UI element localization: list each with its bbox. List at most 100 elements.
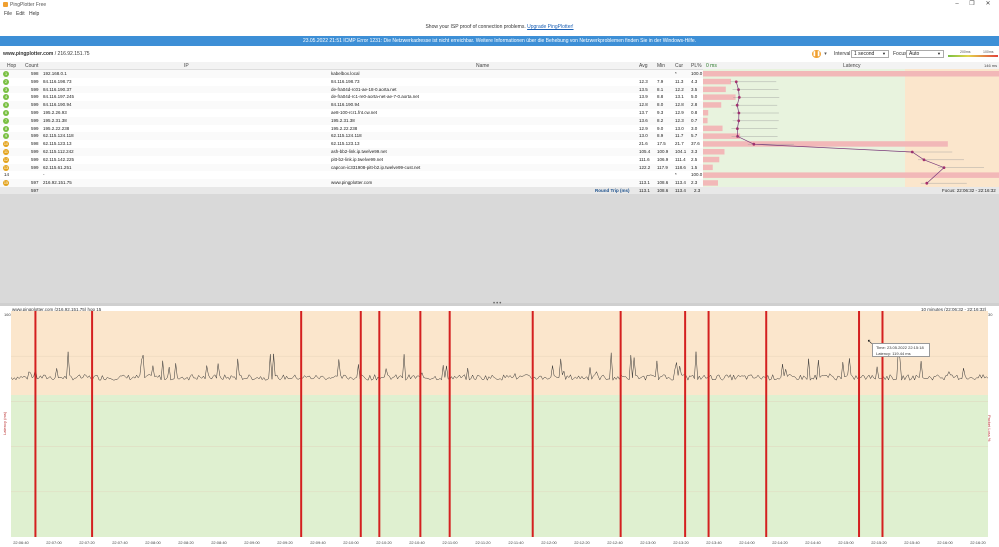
interval-select[interactable]: 1 second ▼ <box>851 50 889 58</box>
summary-avg: 113.1 <box>639 188 650 193</box>
menu-edit[interactable]: Edit <box>16 11 25 17</box>
cell-ip: 62.115.142.225 <box>43 156 74 162</box>
error-banner: 23.05.2022 21:51 ICMP Error 1231: Die Ne… <box>0 36 999 46</box>
scale-gradient <box>948 55 998 57</box>
hop-badge: 5 <box>3 102 9 109</box>
cell-count: 598 <box>31 71 39 76</box>
cell-count: 599 <box>31 164 39 170</box>
cell-count: 599 <box>31 156 39 162</box>
cell-min: 8.8 <box>657 94 664 100</box>
cell-hop: 14 <box>4 172 10 178</box>
cell-pl: 0.8 <box>691 110 698 115</box>
table-row[interactable]: 13 599 62.115.61.251 capcon-ic331908-pitt-b… <box>0 163 703 172</box>
focus-select[interactable]: Auto ▼ <box>906 50 944 58</box>
cell-min: 7.9 <box>657 78 664 84</box>
focus-value: Auto <box>909 51 920 57</box>
col-min[interactable]: Min <box>657 63 665 69</box>
table-row[interactable]: 4 599 84.116.197.245 de-fra04d-rc1-re0-aort… <box>0 93 703 102</box>
chevron-down-icon[interactable]: ▾ <box>822 50 829 58</box>
hop-badge: 8 <box>3 125 9 132</box>
title-bar: PingPlotter Free – ❐ ✕ <box>0 0 999 10</box>
pause-button[interactable]: ❚❚ <box>812 50 821 58</box>
timeline-tooltip: Time: 23.05.2022 22:15:18 Latency: 119.4… <box>872 343 930 357</box>
cell-count: 599 <box>31 125 39 131</box>
loss-bar <box>703 94 736 100</box>
table-row[interactable]: 6 599 195.2.26.93 ae8-100-rcr1.fnt.cw.net 13… <box>0 109 703 117</box>
loss-bar <box>703 78 732 85</box>
cell-avg: 122.2 <box>639 164 651 170</box>
zone-yellow <box>905 69 999 187</box>
timeline-chart[interactable]: 22:06:40 22:07:00 22:07:20 22:07:40 22:08:00… <box>11 311 988 547</box>
minimize-icon[interactable]: – <box>951 1 963 8</box>
col-pl[interactable]: PL% <box>691 63 702 69</box>
col-hop[interactable]: Hop <box>7 63 16 69</box>
hop-badge: 6 <box>3 110 9 116</box>
table-row[interactable]: 2 599 84.116.198.73 84.116.198.73 12.3 7.9 11.… <box>0 77 703 86</box>
interval-value: 1 second <box>854 51 875 57</box>
cell-pl: 5.0 <box>691 94 698 100</box>
cell-avg: 12.9 <box>639 125 648 131</box>
maximize-icon[interactable]: ❐ <box>966 1 978 8</box>
tooltip-latency: Latency: 119.44 ms <box>876 350 911 356</box>
table-row[interactable]: 3 599 84.116.190.37 de-fra04d-rc01-ae-18-0.… <box>0 85 703 94</box>
cell-cur: 111.4 <box>675 156 686 162</box>
cell-cur: * <box>675 172 677 178</box>
hop-badge: 3 <box>3 86 9 93</box>
cell-ip: 62.115.123.13 <box>43 141 72 147</box>
cell-min: 9.3 <box>657 110 664 115</box>
cell-ip: 192.168.0.1 <box>43 71 67 76</box>
promo-bar: Show your ISP proof of connection proble… <box>0 24 999 33</box>
hop-badge: 13 <box>3 164 9 171</box>
window-title: PingPlotter Free <box>10 2 47 8</box>
cell-name: 62.115.124.118 <box>331 133 362 139</box>
menu-help[interactable]: Help <box>29 11 39 17</box>
menu-file[interactable]: File <box>4 11 12 17</box>
cell-ip: - <box>43 172 45 178</box>
time-tick-label: 22:08:20 <box>178 540 194 545</box>
table-row[interactable]: 11 599 62.115.112.242 ash-bb2-link.ip.twelv… <box>0 148 703 156</box>
loss-bar <box>703 110 709 116</box>
time-tick-label: 22:10:40 <box>409 540 425 545</box>
upgrade-link[interactable]: Upgrade PingPlotter! <box>527 24 573 30</box>
cell-cur: 113.4 <box>675 180 686 186</box>
summary-row: 597 Round Trip (ms) 113.1 108.6 113.4 2.… <box>0 187 999 194</box>
table-row[interactable]: 12 599 62.115.142.225 pitt-b2-link.ip.twelv… <box>0 155 703 164</box>
col-count[interactable]: Count <box>25 63 38 69</box>
cell-count: 599 <box>31 94 39 100</box>
table-row[interactable]: 9 599 62.115.124.118 62.115.124.118 13.0 8.9 1… <box>0 132 703 141</box>
loss-bar <box>703 71 999 77</box>
col-ip[interactable]: IP <box>184 63 189 69</box>
cell-pl: 2.3 <box>691 180 698 186</box>
target-ip: / 216.92.151.75 <box>54 51 90 57</box>
table-row[interactable]: 10 598 62.115.123.13 62.115.123.13 21.6 17.5 2… <box>0 140 703 148</box>
table-row[interactable]: 8 599 195.2.22.238 195.2.22.238 12.9 9.0 13.0 3… <box>0 124 703 133</box>
close-icon[interactable]: ✕ <box>982 1 994 8</box>
scale-high: 100ms <box>983 50 994 54</box>
table-row[interactable]: 7 599 195.2.31.38 195.2.31.38 13.6 8.2 12.3 0.7 <box>0 116 703 125</box>
table-row[interactable]: 15 597 216.92.151.75 www.pingplotter.com 113… <box>0 179 703 187</box>
cell-name: www.pingplotter.com <box>331 180 373 186</box>
cell-min: 8.0 <box>657 102 664 108</box>
cell-pl: 100.0 <box>691 172 703 178</box>
time-tick-label: 22:13:40 <box>706 540 722 545</box>
cell-pl: 2.5 <box>691 156 698 162</box>
col-name[interactable]: Name <box>476 63 489 69</box>
chevron-down-icon: ▼ <box>937 51 941 56</box>
empty-pane <box>0 194 999 303</box>
col-avg[interactable]: Avg <box>639 63 648 69</box>
packet-loss-marker <box>91 311 94 537</box>
cell-name: kabelbox.local <box>331 71 360 76</box>
table-row[interactable]: 5 599 84.116.190.94 84.116.190.94 12.8 8.0 12.… <box>0 101 703 109</box>
cell-cur: 13.0 <box>675 125 684 131</box>
table-row[interactable]: 14 - * 100.0 <box>0 171 703 180</box>
cell-ip: 195.2.31.38 <box>43 117 67 123</box>
cell-ip: 84.116.197.245 <box>43 94 74 100</box>
hop-badge: 15 <box>3 180 9 187</box>
cell-count: 599 <box>31 110 39 115</box>
table-row[interactable]: 1 598 192.168.0.1 kabelbox.local * 100.0 <box>0 70 703 78</box>
cell-ip: 195.2.26.93 <box>43 110 67 115</box>
cell-cur: 21.7 <box>675 141 684 147</box>
cell-min: 8.1 <box>657 86 664 92</box>
col-cur[interactable]: Cur <box>675 63 683 69</box>
latency-scale-legend: 200ms 100ms <box>948 50 998 59</box>
